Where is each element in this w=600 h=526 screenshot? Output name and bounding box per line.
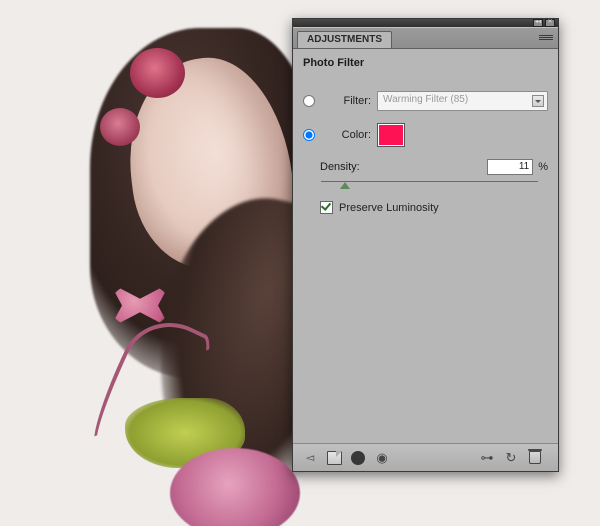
slider-thumb[interactable] — [340, 177, 350, 189]
trash-icon[interactable] — [526, 450, 544, 466]
panel-close-icon[interactable]: ✕ — [545, 19, 555, 27]
filter-radio[interactable] — [303, 95, 315, 107]
panel-tab-strip: ADJUSTMENTS — [293, 27, 558, 49]
tab-adjustments[interactable]: ADJUSTMENTS — [297, 31, 392, 48]
preserve-luminosity-row[interactable]: Preserve Luminosity — [303, 201, 548, 214]
clip-icon[interactable] — [478, 450, 496, 466]
color-label: Color: — [319, 129, 377, 141]
filter-dropdown[interactable]: Warming Filter (85) — [377, 91, 548, 111]
back-icon[interactable] — [301, 450, 319, 466]
filter-label: Filter: — [319, 95, 377, 107]
reset-icon[interactable] — [502, 450, 520, 466]
layer-mask-icon[interactable] — [349, 450, 367, 466]
color-row: Color: — [303, 123, 548, 147]
color-radio[interactable] — [303, 129, 315, 141]
panel-titlebar[interactable]: ◂◂ ✕ — [293, 19, 558, 27]
density-label: Density: — [303, 161, 360, 173]
adjustments-panel: ◂◂ ✕ ADJUSTMENTS Photo Filter Filter: Wa… — [292, 18, 559, 472]
preserve-luminosity-label: Preserve Luminosity — [339, 202, 439, 214]
density-slider[interactable] — [321, 177, 538, 187]
visibility-icon[interactable] — [373, 450, 391, 466]
filter-row: Filter: Warming Filter (85) — [303, 91, 548, 111]
density-input[interactable]: 11 — [487, 159, 533, 175]
panel-collapse-icon[interactable]: ◂◂ — [533, 19, 543, 27]
preserve-luminosity-checkbox[interactable] — [320, 201, 333, 214]
panel-menu-icon[interactable] — [539, 32, 553, 42]
color-swatch[interactable] — [377, 123, 405, 147]
density-unit: % — [538, 161, 548, 173]
density-row: Density: 11 % — [303, 159, 548, 175]
panel-footer — [293, 443, 558, 471]
adjustment-title: Photo Filter — [303, 57, 548, 69]
slider-track — [321, 181, 538, 182]
new-doc-icon[interactable] — [325, 450, 343, 466]
